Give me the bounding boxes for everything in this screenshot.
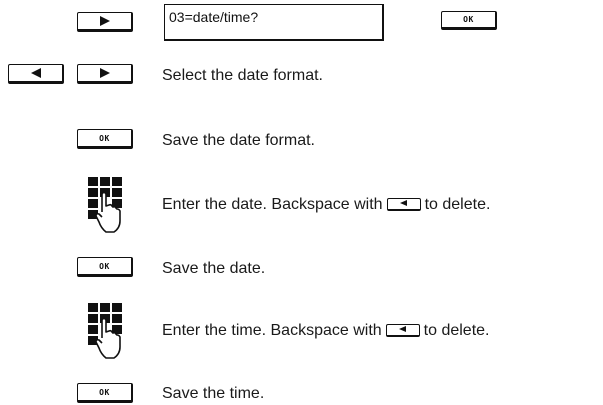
right-arrow-key-icon — [77, 64, 133, 84]
step-save-date: Save the date. — [162, 260, 266, 277]
ok-key-label: OK — [463, 15, 474, 24]
display-screen: 03=date/time? — [164, 4, 384, 41]
keypad-hand-icon — [87, 176, 127, 233]
step-enter-date: Enter the date. Backspace with to delete. — [162, 195, 490, 215]
ok-key-icon: OK — [441, 11, 497, 30]
ok-key-icon: OK — [77, 129, 133, 149]
keypad-hand-icon — [87, 302, 127, 359]
backspace-key-icon — [385, 324, 420, 337]
step-enter-time: Enter the time. Backspace with to delete. — [162, 321, 489, 341]
ok-key-label: OK — [99, 387, 110, 397]
step-enter-time-text: Enter the time. Backspace with — [162, 322, 382, 339]
step-enter-time-suffix: to delete. — [423, 322, 490, 339]
ok-key-label: OK — [99, 261, 110, 271]
right-arrow-key-icon — [77, 12, 133, 32]
ok-key-icon: OK — [77, 257, 133, 277]
step-enter-date-text: Enter the date. Backspace with — [162, 196, 383, 213]
step-select-format: Select the date format. — [162, 67, 323, 84]
display-text: 03=date/time? — [169, 9, 259, 25]
left-arrow-key-icon — [8, 64, 64, 84]
step-save-format: Save the date format. — [162, 132, 315, 149]
step-save-time: Save the time. — [162, 385, 265, 402]
step-enter-date-suffix: to delete. — [424, 196, 491, 213]
backspace-key-icon — [386, 198, 421, 211]
ok-key-icon: OK — [77, 383, 133, 403]
ok-key-label: OK — [99, 133, 110, 143]
